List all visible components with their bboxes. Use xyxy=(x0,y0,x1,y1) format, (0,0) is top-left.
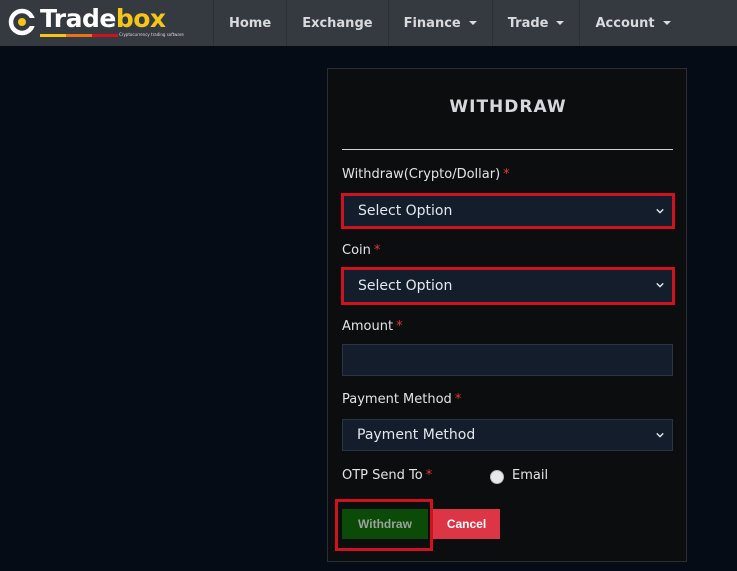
payment-method-label-text: Payment Method xyxy=(342,392,452,407)
logo-mark-icon xyxy=(8,8,36,36)
nav-finance-label: Finance xyxy=(403,15,461,31)
amount-label-text: Amount xyxy=(342,319,394,334)
nav-finance-dropdown[interactable]: Finance xyxy=(387,0,492,46)
caret-down-icon xyxy=(468,21,477,25)
nav-account-dropdown[interactable]: Account xyxy=(579,0,685,46)
brand-tagline: Cryptocurrency trading software xyxy=(119,32,184,37)
nav-exchange[interactable]: Exchange xyxy=(286,0,387,46)
required-mark: * xyxy=(396,319,403,334)
withdraw-type-select[interactable]: Select Option xyxy=(341,193,675,229)
otp-email-radio[interactable] xyxy=(490,470,504,484)
chevron-down-icon xyxy=(656,432,664,438)
withdraw-card: WITHDRAW Withdraw(Crypto/Dollar) * Select… xyxy=(327,68,687,562)
cancel-button[interactable]: Cancel xyxy=(433,509,500,539)
logo-bar-yellow xyxy=(40,34,66,37)
logo-bar-red xyxy=(92,34,118,37)
nav-home[interactable]: Home xyxy=(213,0,286,46)
coin-select[interactable]: Select Option xyxy=(341,267,675,305)
withdraw-button[interactable]: Withdraw xyxy=(342,509,428,539)
withdraw-type-label: Withdraw(Crypto/Dollar) * xyxy=(342,167,510,182)
otp-email-label: Email xyxy=(512,468,549,483)
required-mark: * xyxy=(454,392,462,407)
nav-account-label: Account xyxy=(595,15,655,31)
caret-down-icon xyxy=(662,21,671,25)
nav-exchange-label: Exchange xyxy=(302,15,373,31)
chevron-down-icon xyxy=(656,208,664,214)
coin-label: Coin * xyxy=(342,243,380,258)
coin-value: Select Option xyxy=(358,278,453,294)
top-navbar: Tradebox Cryptocurrency trading software… xyxy=(0,0,737,46)
otp-label-text: OTP Send To xyxy=(342,468,423,483)
caret-down-icon xyxy=(556,21,565,25)
nav-home-label: Home xyxy=(229,15,272,31)
logo-bar-orange xyxy=(66,34,92,37)
amount-input[interactable] xyxy=(342,344,673,376)
required-mark: * xyxy=(425,468,433,483)
page-title: WITHDRAW xyxy=(449,97,567,117)
brand-name-part1: Trade xyxy=(40,4,116,33)
nav-trade-label: Trade xyxy=(507,15,549,31)
required-mark: * xyxy=(503,167,510,182)
payment-method-value: Payment Method xyxy=(357,427,476,443)
required-mark: * xyxy=(373,243,381,258)
amount-label: Amount * xyxy=(342,319,403,334)
brand-name-part2: box xyxy=(115,4,166,33)
payment-method-select[interactable]: Payment Method xyxy=(342,419,673,451)
withdraw-type-value: Select Option xyxy=(358,203,453,219)
nav-links: Home Exchange Finance Trade Account xyxy=(213,0,686,46)
brand-name: Tradebox xyxy=(40,5,166,33)
coin-label-text: Coin xyxy=(342,243,371,258)
nav-trade-dropdown[interactable]: Trade xyxy=(491,0,580,46)
title-divider xyxy=(342,149,673,150)
otp-label: OTP Send To * xyxy=(342,468,432,483)
chevron-down-icon xyxy=(656,282,664,288)
brand-logo[interactable]: Tradebox Cryptocurrency trading software xyxy=(7,4,189,40)
withdraw-type-label-text: Withdraw(Crypto/Dollar) xyxy=(342,167,501,182)
payment-method-label: Payment Method * xyxy=(342,392,461,407)
